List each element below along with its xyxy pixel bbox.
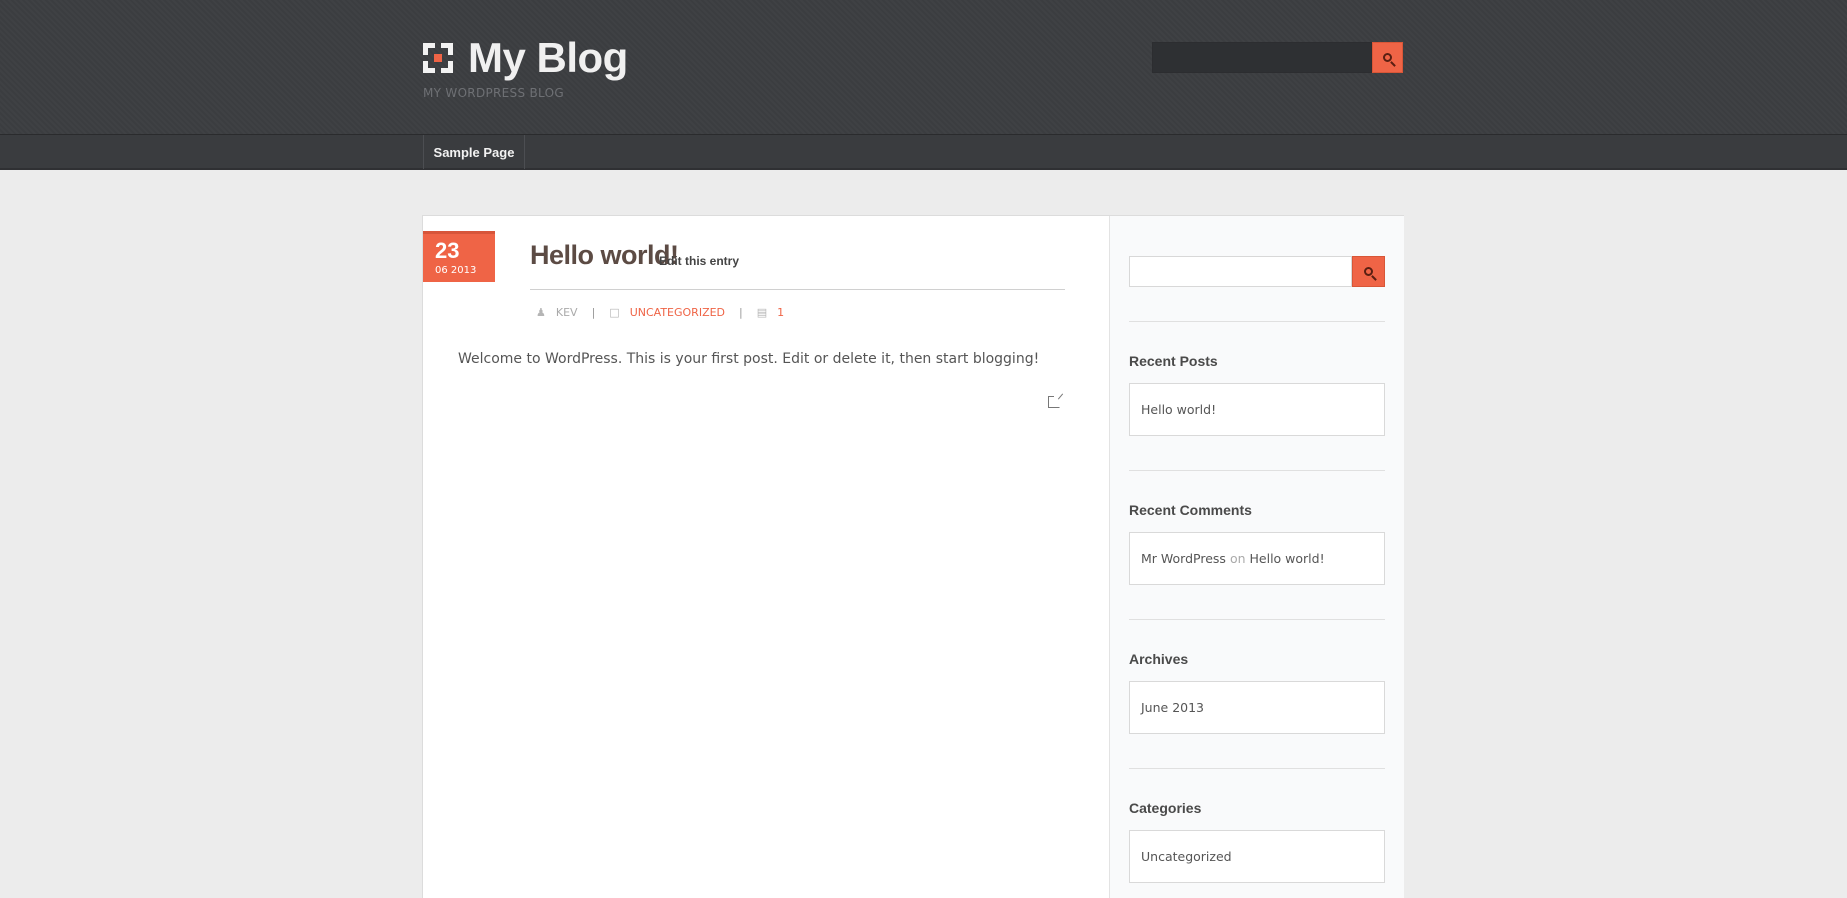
post-date-month: 06 2013 xyxy=(435,265,477,276)
recent-posts-list: Hello world! xyxy=(1129,383,1385,436)
search-icon xyxy=(1383,53,1392,62)
folder-icon: □ xyxy=(609,306,620,319)
sidebar-divider xyxy=(1129,470,1385,471)
comment-on-text: on xyxy=(1229,551,1246,566)
sidebar-divider xyxy=(1129,321,1385,322)
recent-comments-title: Recent Comments xyxy=(1129,502,1252,518)
header-search-button[interactable] xyxy=(1372,42,1403,73)
post-category[interactable]: UNCATEGORIZED xyxy=(630,306,725,319)
post-title[interactable]: Hello world! xyxy=(530,240,679,271)
sidebar-search-input[interactable] xyxy=(1129,256,1352,287)
sidebar: Recent Posts Hello world! Recent Comment… xyxy=(1109,216,1404,898)
sidebar-search-button[interactable] xyxy=(1352,256,1385,287)
post-meta: ♟ KEV | □ UNCATEGORIZED | ▤ 1 xyxy=(536,306,784,319)
site-title[interactable]: My Blog xyxy=(468,34,628,82)
post-divider xyxy=(530,289,1065,290)
nav-item-sample-page[interactable]: Sample Page xyxy=(423,135,525,169)
post-author[interactable]: KEV xyxy=(556,306,578,319)
sidebar-search xyxy=(1129,256,1385,287)
header-search xyxy=(1152,42,1403,73)
sidebar-divider xyxy=(1129,619,1385,620)
sidebar-divider xyxy=(1129,768,1385,769)
archives-title: Archives xyxy=(1129,651,1189,667)
post-body: Welcome to WordPress. This is your first… xyxy=(458,351,1040,367)
main-content: 23 06 2013 Hello world! Edit this entry … xyxy=(422,215,1404,898)
site-header: My Blog MY WORDPRESS BLOG xyxy=(0,0,1847,134)
post-date-day: 23 xyxy=(435,238,460,263)
recent-posts-title: Recent Posts xyxy=(1129,353,1218,369)
post-comment-count[interactable]: 1 xyxy=(777,306,784,319)
header-search-input[interactable] xyxy=(1152,42,1372,73)
edit-entry-link[interactable]: Edit this entry xyxy=(659,254,739,268)
comment-author-link[interactable]: Mr WordPress xyxy=(1141,551,1226,566)
share-icon[interactable] xyxy=(1048,396,1060,408)
archive-link[interactable]: June 2013 xyxy=(1141,700,1204,715)
search-icon xyxy=(1364,267,1373,276)
categories-list: Uncategorized xyxy=(1129,830,1385,883)
site-brand[interactable]: My Blog xyxy=(423,34,628,82)
site-tagline: MY WORDPRESS BLOG xyxy=(423,86,564,100)
comment-post-link[interactable]: Hello world! xyxy=(1250,551,1325,566)
logo-icon xyxy=(423,43,453,73)
author-icon: ♟ xyxy=(536,306,546,319)
archives-list: June 2013 xyxy=(1129,681,1385,734)
category-link[interactable]: Uncategorized xyxy=(1141,849,1232,864)
recent-post-link[interactable]: Hello world! xyxy=(1141,402,1216,417)
categories-title: Categories xyxy=(1129,800,1202,816)
recent-comments-list: Mr WordPress on Hello world! xyxy=(1129,532,1385,585)
meta-separator: | xyxy=(591,306,596,319)
comment-icon: ▤ xyxy=(756,306,768,319)
post-date-badge: 23 06 2013 xyxy=(423,231,495,282)
main-nav: Sample Page xyxy=(0,134,1847,170)
meta-separator: | xyxy=(739,306,743,319)
